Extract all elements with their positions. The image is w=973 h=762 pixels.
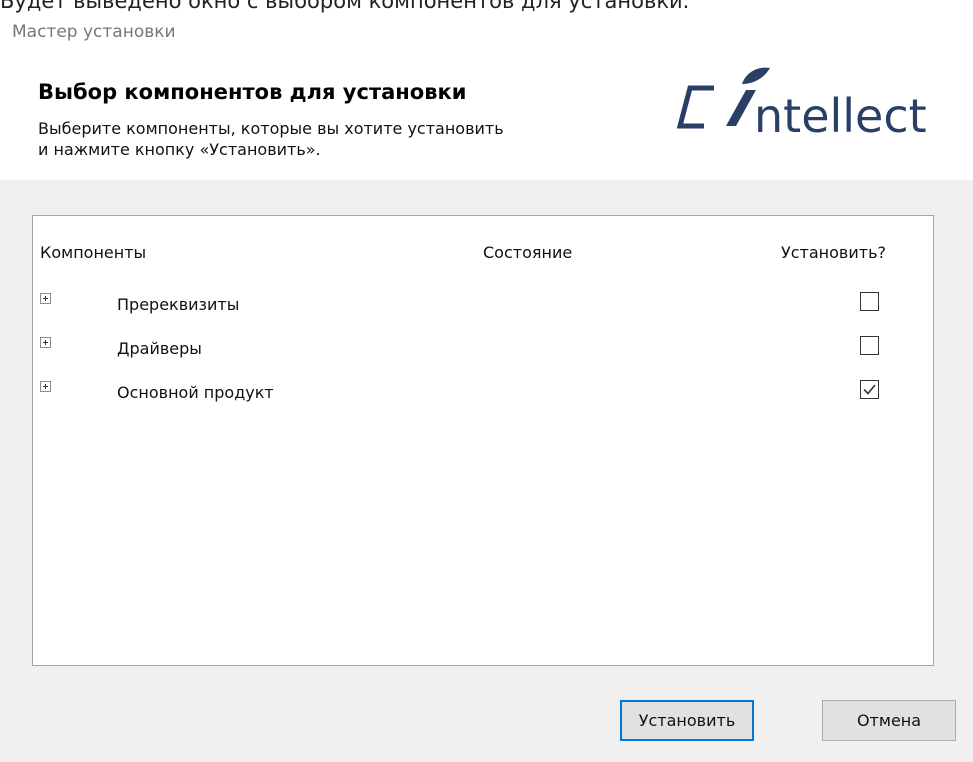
component-label: Основной продукт xyxy=(117,383,274,402)
plus-box-icon[interactable] xyxy=(40,293,51,304)
window-title: Мастер установки xyxy=(12,22,176,42)
page-description: Выберите компоненты, которые вы хотите у… xyxy=(38,118,504,160)
cancel-button[interactable]: Отмена xyxy=(822,700,956,741)
plus-box-icon[interactable] xyxy=(40,381,51,392)
page-title: Выбор компонентов для установки xyxy=(38,80,467,104)
installer-window: Будет выведено окно с выбором компоненто… xyxy=(0,0,973,762)
column-header-components: Компоненты xyxy=(40,243,147,262)
component-row-prerequisites[interactable]: Пререквизиты xyxy=(0,292,973,316)
install-button[interactable]: Установить xyxy=(620,700,754,741)
logo-text: ntellect xyxy=(754,89,927,143)
column-header-state: Состояние xyxy=(483,243,573,262)
component-row-drivers[interactable]: Драйверы xyxy=(0,336,973,360)
install-checkbox-checked[interactable] xyxy=(860,380,879,399)
description-line-2: и нажмите кнопку «Установить». xyxy=(38,140,321,159)
component-label: Драйверы xyxy=(117,339,202,358)
plus-box-icon[interactable] xyxy=(40,337,51,348)
install-checkbox[interactable] xyxy=(860,336,879,355)
install-checkbox[interactable] xyxy=(860,292,879,311)
component-row-main-product[interactable]: Основной продукт xyxy=(0,380,973,404)
column-header-install: Установить? xyxy=(781,243,886,262)
components-tree-panel[interactable] xyxy=(32,215,934,666)
description-line-1: Выберите компоненты, которые вы хотите у… xyxy=(38,119,504,138)
document-caption: Будет выведено окно с выбором компоненто… xyxy=(0,0,690,13)
component-label: Пререквизиты xyxy=(117,295,240,314)
checkmark-icon xyxy=(863,384,876,395)
